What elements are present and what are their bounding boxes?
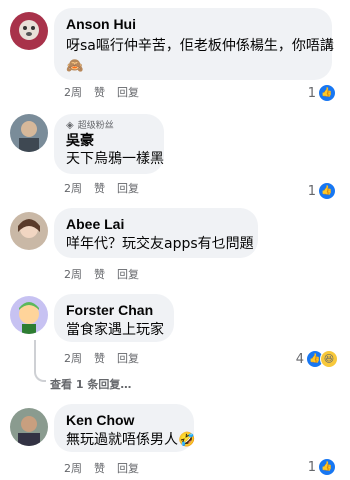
avatar[interactable] <box>10 12 48 50</box>
view-replies-link[interactable]: 查看 1 条回复… <box>50 376 131 392</box>
commenter-name[interactable]: Abee Lai <box>66 216 246 233</box>
haha-icon: 😆 <box>320 350 338 368</box>
commenter-name[interactable]: Ken Chow <box>66 412 182 429</box>
commenter-name[interactable]: Anson Hui <box>66 16 320 33</box>
diamond-icon: ◈ <box>66 120 74 131</box>
timestamp[interactable]: 2周 <box>64 352 82 366</box>
commenter-name[interactable]: 吳豪 <box>66 132 152 149</box>
like-button[interactable]: 赞 <box>94 268 105 282</box>
comment-text: 當食家遇上玩家 <box>66 322 164 338</box>
like-button[interactable]: 赞 <box>94 86 105 100</box>
comment-actions: 2周 赞 回复 <box>64 462 139 476</box>
comment-actions: 2周 赞 回复 <box>64 182 139 196</box>
comment-text: 無玩過就唔係男人🤣 <box>66 432 196 448</box>
comment-bubble: Abee Lai 咩年代？玩交友apps有乜問題 <box>54 208 258 258</box>
comment-bubble: Anson Hui 呀sa嘔行仲辛苦，佢老板仲係楊生，你唔講 🙈 <box>54 8 334 80</box>
reply-button[interactable]: 回复 <box>117 86 139 100</box>
comment-actions: 2周 赞 回复 <box>64 268 139 282</box>
reply-button[interactable]: 回复 <box>117 352 139 366</box>
reaction-count[interactable]: 1 👍 <box>308 84 336 102</box>
comment-text-emoji: 🙈 <box>66 58 84 74</box>
timestamp[interactable]: 2周 <box>64 182 82 196</box>
comment-actions: 2周 赞 回复 <box>64 352 139 366</box>
comment-text: 咩年代？玩交友apps有乜問題 <box>66 236 254 252</box>
like-icon: 👍 <box>318 458 336 476</box>
like-button[interactable]: 赞 <box>94 182 105 196</box>
comment-bubble: Forster Chan 當食家遇上玩家 <box>54 294 174 342</box>
top-fan-badge: ◈ 超级粉丝 <box>66 120 114 131</box>
reaction-count[interactable]: 1 👍 <box>308 458 336 476</box>
reply-button[interactable]: 回复 <box>117 182 139 196</box>
timestamp[interactable]: 2周 <box>64 86 82 100</box>
avatar[interactable] <box>10 212 48 250</box>
timestamp[interactable]: 2周 <box>64 268 82 282</box>
like-icon: 👍 <box>318 182 336 200</box>
reaction-count[interactable]: 1 👍 <box>308 182 336 200</box>
reply-thread-line <box>34 340 46 382</box>
commenter-name[interactable]: Forster Chan <box>66 302 162 319</box>
like-icon: 👍 <box>318 84 336 102</box>
reaction-count[interactable]: 4 👍 😆 <box>296 350 338 368</box>
comment-text: 天下烏鴉一樣黑 <box>66 151 164 167</box>
avatar[interactable] <box>10 114 48 152</box>
comment-bubble: Ken Chow 無玩過就唔係男人🤣 <box>54 404 196 452</box>
comment-bubble: ◈ 超级粉丝 吳豪 天下烏鴉一樣黑 <box>54 114 164 174</box>
like-button[interactable]: 赞 <box>94 462 105 476</box>
comment-text: 呀sa嘔行仲辛苦，佢老板仲係楊生，你唔講 <box>66 38 334 54</box>
like-button[interactable]: 赞 <box>94 352 105 366</box>
reply-button[interactable]: 回复 <box>117 268 139 282</box>
avatar[interactable] <box>10 296 48 334</box>
timestamp[interactable]: 2周 <box>64 462 82 476</box>
comment-actions: 2周 赞 回复 <box>64 86 139 100</box>
avatar[interactable] <box>10 408 48 446</box>
reply-button[interactable]: 回复 <box>117 462 139 476</box>
